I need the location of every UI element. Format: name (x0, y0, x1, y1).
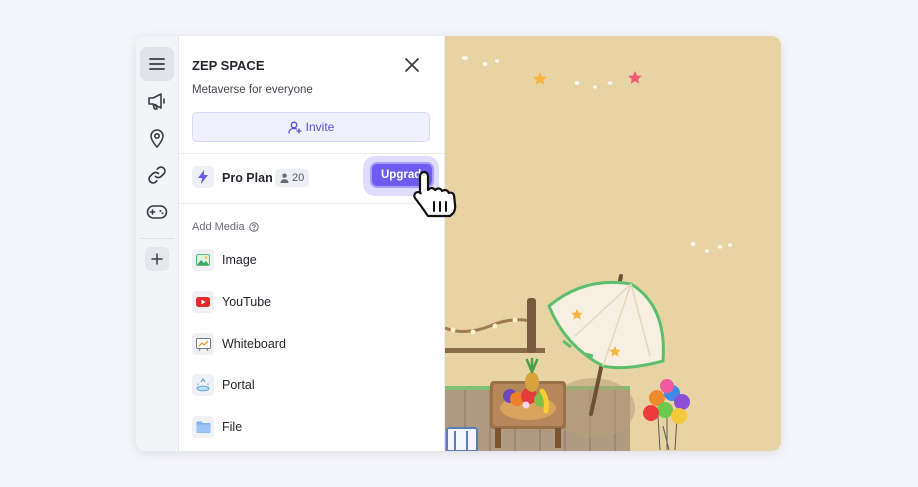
side-rail (136, 36, 179, 451)
link-button[interactable] (140, 158, 174, 192)
add-button[interactable] (145, 247, 169, 271)
image-icon (192, 249, 214, 271)
link-icon (148, 166, 166, 184)
app-window: ZEP SPACE Metaverse for everyone Invite … (136, 36, 781, 451)
invite-label: Invite (305, 120, 335, 134)
menu-button[interactable] (140, 47, 174, 81)
divider (179, 203, 444, 204)
game-button[interactable] (140, 195, 174, 229)
space-panel: ZEP SPACE Metaverse for everyone Invite … (179, 36, 445, 451)
space-subtitle: Metaverse for everyone (192, 84, 313, 96)
media-item-label: Portal (222, 378, 255, 392)
media-item-file[interactable]: File (192, 415, 432, 439)
announcement-button[interactable] (140, 84, 174, 118)
media-item-label: Image (222, 253, 257, 267)
user-icon (280, 173, 289, 183)
plan-badge-icon (192, 166, 214, 188)
plus-icon (151, 253, 163, 265)
hand-pointer-cursor-icon (413, 170, 457, 218)
media-item-label: YouTube (222, 295, 272, 309)
media-item-label: Whiteboard (222, 337, 286, 351)
close-icon (405, 58, 419, 72)
map-location-button[interactable] (140, 121, 174, 155)
youtube-icon (192, 291, 214, 313)
media-item-youtube[interactable]: YouTube (192, 290, 432, 314)
media-item-portal[interactable]: Portal (192, 373, 432, 397)
user-count-badge: 20 (275, 169, 310, 187)
megaphone-icon (148, 93, 165, 110)
add-user-icon (288, 121, 302, 134)
help-icon (248, 222, 259, 232)
lightning-icon (198, 170, 208, 184)
portal-icon (192, 374, 214, 396)
folder-icon (192, 416, 214, 438)
space-title: ZEP SPACE (192, 58, 265, 73)
add-media-label: Add Media (192, 221, 245, 233)
location-pin-icon (150, 129, 164, 148)
whiteboard-icon (192, 333, 214, 355)
media-item-image[interactable]: Image (192, 248, 432, 272)
menu-icon (149, 58, 165, 70)
media-item-whiteboard[interactable]: Whiteboard (192, 332, 432, 356)
invite-button[interactable]: Invite (192, 112, 430, 142)
add-media-heading: Add Media (192, 221, 259, 233)
close-button[interactable] (403, 56, 421, 74)
game-scene[interactable] (445, 36, 781, 451)
divider (179, 153, 444, 154)
rail-divider (140, 238, 174, 239)
user-count: 20 (292, 172, 305, 184)
gamepad-icon (146, 205, 168, 219)
media-item-label: File (222, 420, 243, 434)
plan-label: Pro Plan (222, 171, 273, 185)
beach-scene-illustration (445, 36, 781, 451)
